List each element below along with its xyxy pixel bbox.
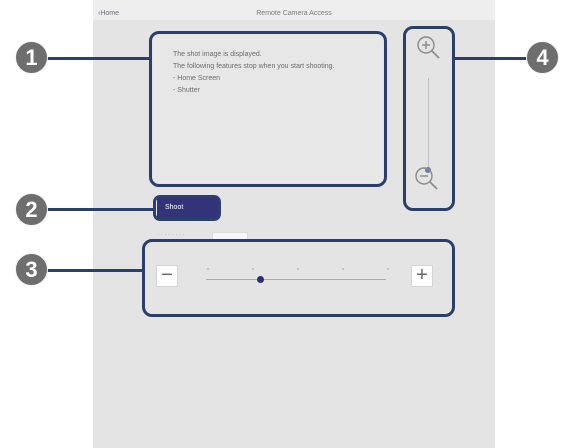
callout-3: 3 <box>15 253 48 286</box>
callout-2-connector <box>47 208 155 211</box>
callout-4-connector <box>455 57 528 60</box>
page-title: Remote Camera Access <box>256 10 332 17</box>
preview-highlight-frame <box>149 31 387 187</box>
callout-4: 4 <box>526 41 559 74</box>
zoom-highlight-frame <box>403 26 455 211</box>
slider-highlight-frame <box>142 239 455 317</box>
setting-label: · · · · · · · · <box>157 232 185 238</box>
shoot-highlight-frame <box>153 195 221 221</box>
callout-1: 1 <box>15 41 48 74</box>
callout-2: 2 <box>15 193 48 226</box>
callout-3-connector <box>47 269 143 272</box>
callout-1-connector <box>47 57 150 60</box>
